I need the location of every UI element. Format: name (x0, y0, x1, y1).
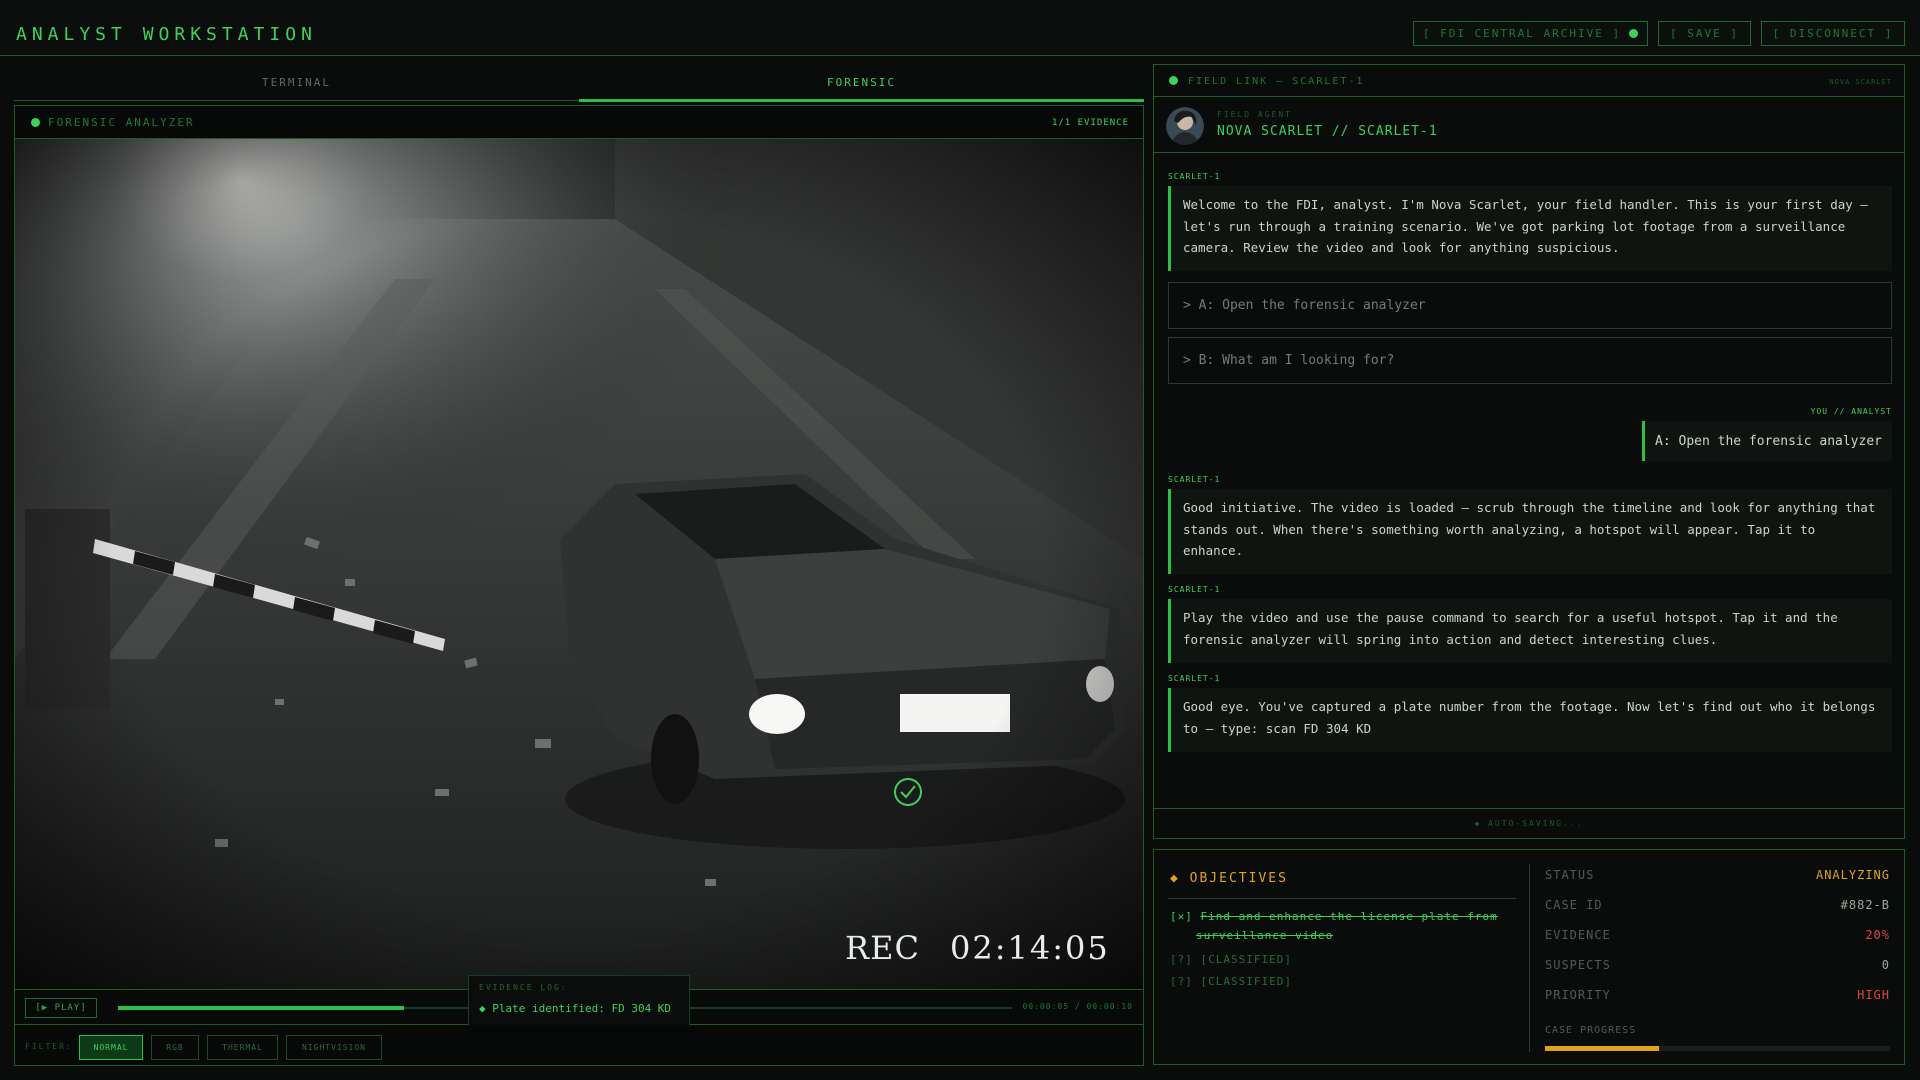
dialogue-choice-a[interactable]: > A: Open the forensic analyzer (1168, 282, 1892, 329)
suspects-label: SUSPECTS (1545, 958, 1611, 972)
dialogue-choice-a-label: > A: Open the forensic analyzer (1183, 298, 1426, 313)
video-timecode: 02:14:05 (950, 929, 1110, 967)
filter-normal-label: NORMAL (93, 1043, 129, 1052)
filter-rgb-label: RGB (166, 1043, 184, 1052)
filter-thermal-label: THERMAL (222, 1043, 263, 1052)
case-panel: ◆ OBJECTIVES [✕] Find and enhance the li… (1153, 849, 1905, 1065)
filter-bar: FILTER: NORMAL RGB THERMAL NIGHTVISION (15, 1026, 1143, 1066)
connection-status-icon (1629, 29, 1639, 38)
app-title: ANALYST WORKSTATION (16, 24, 317, 45)
status-label: STATUS (1545, 868, 1595, 882)
objective-lock-icon: [?] (1170, 975, 1193, 988)
tab-forensic-label: FORENSIC (827, 76, 896, 89)
message-sender: SCARLET-1 (1168, 172, 1221, 181)
field-link-header: FIELD LINK — SCARLET-1 NOVA SCARLET (1154, 65, 1904, 97)
objectives-divider (1168, 898, 1516, 899)
message-sender: SCARLET-1 (1168, 674, 1221, 683)
evidence-value: 20% (1865, 928, 1890, 942)
dialogue-choice-b[interactable]: > B: What am I looking for? (1168, 337, 1892, 384)
objective-text: Find and enhance the license plate from (1200, 910, 1498, 923)
message-sender: SCARLET-1 (1168, 585, 1221, 594)
analyst-reply: A: Open the forensic analyzer (1642, 421, 1892, 461)
filter-thermal-button[interactable]: THERMAL (207, 1035, 278, 1060)
evidence-label: EVIDENCE (1545, 928, 1611, 942)
case-divider (1529, 864, 1530, 1052)
status-dot-icon (31, 118, 40, 127)
timeline-progress (118, 1006, 405, 1010)
surveillance-video[interactable]: REC 02:14:05 (15, 139, 1143, 989)
filter-rgb-button[interactable]: RGB (151, 1035, 199, 1060)
agent-name: NOVA SCARLET // SCARLET-1 (1217, 124, 1438, 139)
chat-message: Play the video and use the pause command… (1168, 599, 1892, 663)
archive-button-label: [ FDI CENTRAL ARCHIVE ] (1422, 27, 1622, 40)
objective-item: [✕] Find and enhance the license plate f… (1170, 910, 1498, 923)
objective-item: [?] [CLASSIFIED] (1170, 953, 1292, 966)
analyzer-header: FORENSIC ANALYZER 1/1 EVIDENCE (15, 106, 1143, 139)
priority-value: HIGH (1857, 988, 1890, 1002)
tab-terminal[interactable]: TERMINAL (14, 64, 579, 101)
playback-duration: 00:00:05 / 00:00:10 (1022, 1002, 1133, 1011)
top-bar: ANALYST WORKSTATION [ FDI CENTRAL ARCHIV… (0, 0, 1920, 56)
evidence-log: EVIDENCE LOG: ◆ Plate identified: FD 304… (468, 975, 690, 1025)
play-button-label: [▶ PLAY] (35, 1003, 87, 1013)
suspects-value: 0 (1881, 958, 1890, 972)
archive-button[interactable]: [ FDI CENTRAL ARCHIVE ] (1413, 21, 1648, 46)
save-button-label: [ SAVE ] (1670, 27, 1739, 40)
objective-item: [?] [CLASSIFIED] (1170, 975, 1292, 988)
status-value: ANALYZING (1815, 868, 1890, 882)
save-button[interactable]: [ SAVE ] (1658, 21, 1751, 46)
tab-bar: TERMINAL FORENSIC (14, 64, 1144, 102)
chat-message: Good eye. You've captured a plate number… (1168, 688, 1892, 752)
workspace-panel: TERMINAL FORENSIC FORENSIC ANALYZER 1/1 … (14, 64, 1144, 1066)
disconnect-button[interactable]: [ DISCONNECT ] (1761, 21, 1905, 46)
agent-role-label: FIELD AGENT (1217, 110, 1292, 119)
objective-text: [CLASSIFIED] (1200, 953, 1292, 966)
evidence-count: 1/1 EVIDENCE (1051, 118, 1129, 128)
filter-nightvision-label: NIGHTVISION (302, 1043, 366, 1052)
objective-text: [CLASSIFIED] (1200, 975, 1292, 988)
objective-check-icon: [✕] (1170, 910, 1193, 923)
disconnect-button-label: [ DISCONNECT ] (1772, 27, 1894, 40)
link-status-icon (1169, 76, 1178, 85)
analyst-reply-text: A: Open the forensic analyzer (1655, 433, 1882, 449)
field-link-panel: FIELD LINK — SCARLET-1 NOVA SCARLET FIEL… (1153, 64, 1905, 839)
rec-indicator: REC (845, 929, 920, 967)
objective-item-continued: surveillance video (1196, 929, 1333, 942)
agent-avatar (1166, 107, 1204, 145)
evidence-log-item: ◆ Plate identified: FD 304 KD (479, 1002, 672, 1015)
play-button[interactable]: [▶ PLAY] (25, 998, 97, 1018)
analyzer-title: FORENSIC ANALYZER (48, 116, 195, 129)
forensic-analyzer: FORENSIC ANALYZER 1/1 EVIDENCE REC 02:14… (14, 105, 1144, 1066)
field-link-title: FIELD LINK — SCARLET-1 (1188, 76, 1365, 87)
agent-row: FIELD AGENT NOVA SCARLET // SCARLET-1 (1154, 97, 1904, 153)
case-progress-label: CASE PROGRESS (1545, 1025, 1637, 1036)
tab-terminal-label: TERMINAL (262, 76, 331, 89)
evidence-log-label: EVIDENCE LOG: (479, 983, 568, 992)
autosave-indicator: ◆ AUTO-SAVING... (1154, 808, 1904, 838)
objective-lock-icon: [?] (1170, 953, 1193, 966)
case-id-label: CASE ID (1545, 898, 1603, 912)
message-sender: SCARLET-1 (1168, 475, 1221, 484)
objectives-title: ◆ OBJECTIVES (1170, 871, 1288, 886)
case-progress-fill (1545, 1046, 1659, 1051)
surveillance-frame (15, 139, 1143, 989)
dialogue-choice-b-label: > B: What am I looking for? (1183, 353, 1395, 368)
chat-message: Welcome to the FDI, analyst. I'm Nova Sc… (1168, 186, 1892, 271)
chat-message: Good initiative. The video is loaded — s… (1168, 489, 1892, 574)
filter-label: FILTER: (25, 1042, 73, 1051)
filter-nightvision-button[interactable]: NIGHTVISION (286, 1035, 382, 1060)
case-progress-bar (1545, 1046, 1890, 1051)
reply-sender: YOU // ANALYST (1810, 407, 1892, 416)
filter-normal-button[interactable]: NORMAL (79, 1035, 143, 1060)
priority-label: PRIORITY (1545, 988, 1611, 1002)
field-link-agent-tag: NOVA SCARLET (1829, 78, 1892, 86)
case-id-value: #882-B (1840, 898, 1890, 912)
tab-forensic[interactable]: FORENSIC (579, 64, 1144, 102)
objective-text-line2: surveillance video (1196, 929, 1334, 942)
